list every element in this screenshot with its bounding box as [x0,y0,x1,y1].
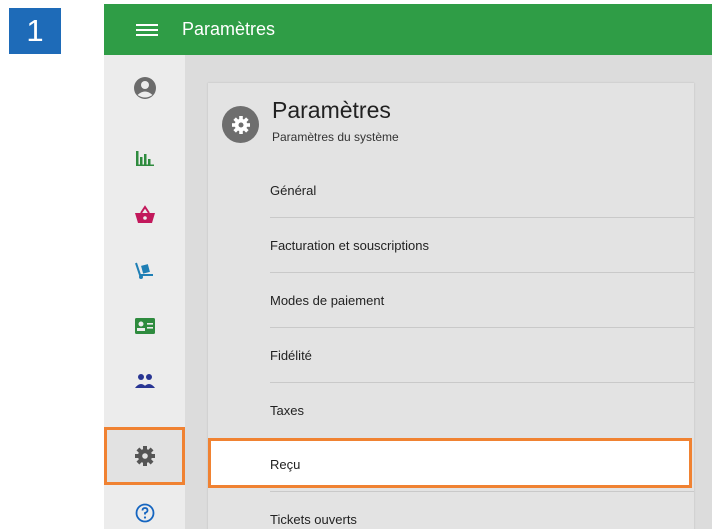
menu-item-receipt[interactable]: Reçu [208,437,694,491]
menu-item-loyalty[interactable]: Fidélité [270,327,694,382]
gear-icon [222,106,259,143]
sidebar-item-customers[interactable] [104,361,185,401]
settings-card: Paramètres Paramètres du système Général… [208,83,694,529]
menu-item-label: Tickets ouverts [270,511,357,527]
sidebar-item-sales[interactable] [104,195,185,235]
menu-item-general[interactable]: Général [270,163,694,217]
account-circle-icon [133,77,156,99]
menu-item-label: Taxes [270,402,304,418]
bar-chart-icon [135,151,154,166]
gear-icon [134,446,155,466]
settings-menu: Général Facturation et souscriptions Mod… [208,163,694,529]
menu-item-open-tickets[interactable]: Tickets ouverts [270,491,694,529]
people-icon [134,374,155,388]
card-header: Paramètres Paramètres du système [208,83,694,163]
sidebar-item-employees[interactable] [104,306,185,346]
menu-item-payment-modes[interactable]: Modes de paiement [270,272,694,327]
id-card-icon [134,318,155,334]
basket-icon [134,205,155,223]
menu-item-label: Fidélité [270,347,312,363]
menu-item-label: Reçu [270,456,301,472]
menu-item-billing[interactable]: Facturation et souscriptions [270,217,694,272]
sidebar-item-help[interactable] [104,493,185,529]
sidebar [104,55,185,529]
hamburger-menu-icon[interactable] [136,23,158,36]
app-window: Paramètres Paramètres Paramètres du syst… [104,4,712,529]
sidebar-item-account[interactable] [104,68,185,108]
sidebar-item-settings[interactable] [104,427,185,485]
menu-item-label: Modes de paiement [270,292,385,308]
card-title: Paramètres [272,97,391,123]
menu-item-label: Général [270,182,317,198]
help-circle-icon [135,503,154,523]
menu-item-label: Facturation et souscriptions [270,237,429,253]
top-app-bar: Paramètres [104,4,712,55]
step-number-badge: 1 [9,8,61,54]
page-title: Paramètres [182,19,276,39]
menu-item-taxes[interactable]: Taxes [270,382,694,437]
sidebar-item-reports[interactable] [104,138,185,178]
dolly-icon [134,262,153,279]
sidebar-item-items[interactable] [104,251,185,291]
card-subtitle: Paramètres du système [272,130,399,144]
